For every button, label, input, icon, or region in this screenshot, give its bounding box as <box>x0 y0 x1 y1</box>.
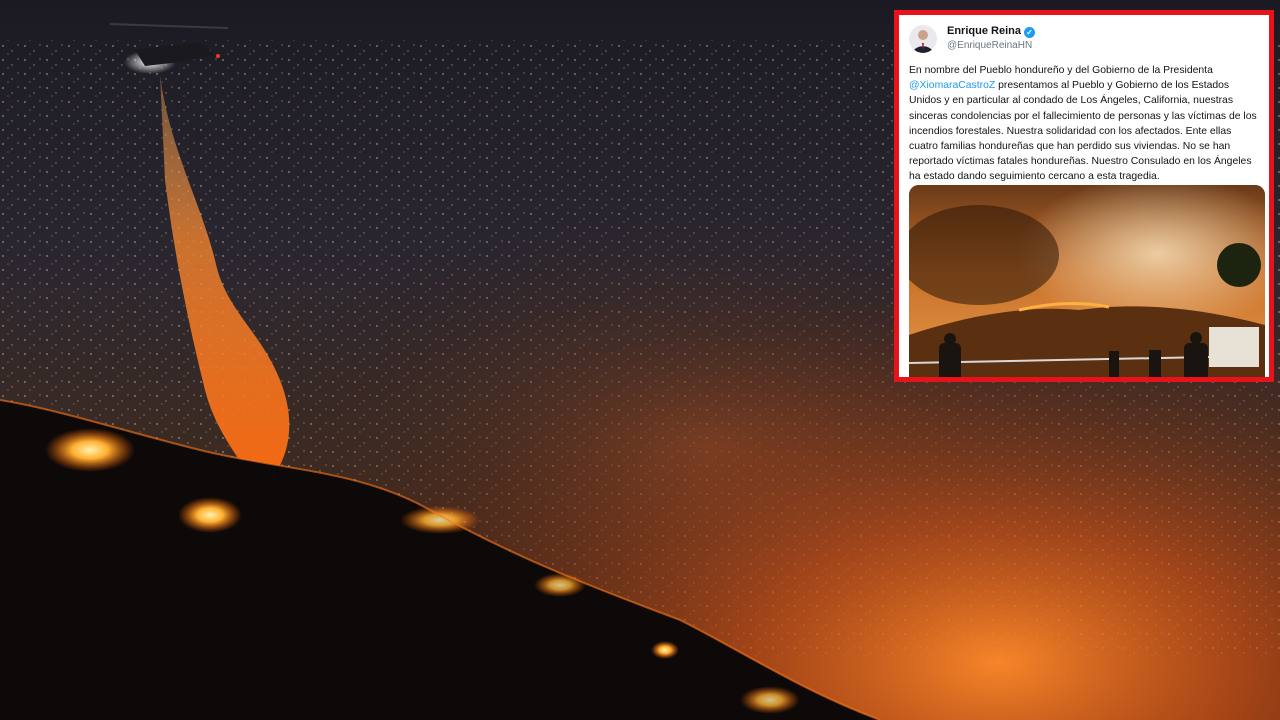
author-name[interactable]: Enrique Reina <box>947 25 1021 37</box>
tweet-text: En nombre del Pueblo hondureño y del Gob… <box>909 63 1263 185</box>
author-handle[interactable]: @EnriqueReinaHN <box>947 40 1032 51</box>
author-avatar[interactable] <box>909 25 937 53</box>
person-icon <box>913 30 933 53</box>
tweet-media-photo[interactable] <box>909 185 1265 377</box>
verified-badge-icon: ✓ <box>1023 27 1035 38</box>
tweet-header: Enrique Reina ✓ @EnriqueReinaHN <box>909 23 1259 57</box>
tweet-card: Enrique Reina ✓ @EnriqueReinaHN En nombre… <box>894 10 1274 382</box>
mention-link[interactable]: @XiomaraCastroZ <box>909 80 995 91</box>
tweet-text-part-2: presentamos al Pueblo y Gobierno de los … <box>909 80 1257 183</box>
firefighters-photo <box>909 185 1265 377</box>
tweet-text-part-1: En nombre del Pueblo hondureño y del Gob… <box>909 65 1213 76</box>
